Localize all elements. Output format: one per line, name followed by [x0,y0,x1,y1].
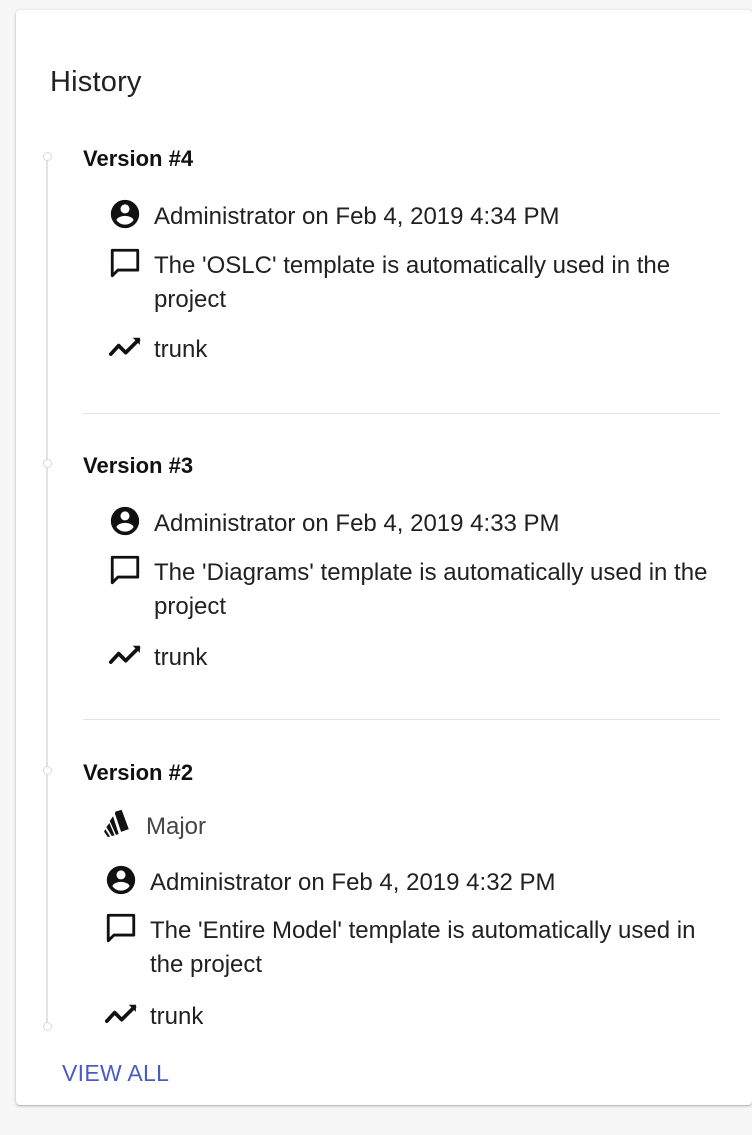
tag-cards-icon [100,809,146,838]
comment-icon [108,555,154,585]
version-branch: trunk [154,336,208,363]
timeline-dot [43,459,52,468]
timeline-line [46,158,48,1026]
version-tag: Major [146,813,207,840]
view-all-button[interactable]: VIEW ALL [62,1060,169,1087]
version-title: Version #3 [83,453,194,478]
version-divider [83,719,720,720]
version-comment-row: The 'Entire Model' template is automatic… [104,913,710,982]
account-circle-icon [108,199,154,229]
comment-icon [108,248,154,278]
account-circle-icon [104,865,150,895]
version-title: Version #2 [83,760,194,785]
version-branch: trunk [154,644,208,671]
branch-trend-icon [104,1000,150,1028]
version-author: Administrator on Feb 4, 2019 4:32 PM [150,869,556,896]
version-comment: The 'OSLC' template is automatically use… [154,252,671,313]
timeline-dot [43,152,52,161]
version-comment-row: The 'OSLC' template is automatically use… [108,248,714,317]
branch-trend-icon [108,333,154,361]
version-branch-row: trunk [104,1000,710,1034]
version-branch-row: trunk [108,333,714,367]
version-author-row: Administrator on Feb 4, 2019 4:32 PM [104,865,710,900]
version-author-row: Administrator on Feb 4, 2019 4:34 PM [108,199,714,234]
branch-trend-icon [108,641,154,669]
comment-icon [104,913,150,943]
timeline-end-dot [43,1022,52,1031]
history-title: History [50,66,142,98]
version-author: Administrator on Feb 4, 2019 4:34 PM [154,203,560,230]
version-author-row: Administrator on Feb 4, 2019 4:33 PM [108,506,714,541]
account-circle-icon [108,506,154,536]
version-comment-row: The 'Diagrams' template is automatically… [108,555,714,624]
version-tag-row: Major [100,809,706,844]
timeline-dot [43,766,52,775]
version-comment: The 'Diagrams' template is automatically… [154,559,708,620]
version-comment: The 'Entire Model' template is automatic… [150,917,696,978]
version-branch-row: trunk [108,641,714,675]
version-author: Administrator on Feb 4, 2019 4:33 PM [154,510,560,537]
version-branch: trunk [150,1003,204,1030]
version-divider [83,413,720,414]
version-title: Version #4 [83,146,194,171]
history-card: History Version #4 Administrator on Feb … [16,10,752,1105]
